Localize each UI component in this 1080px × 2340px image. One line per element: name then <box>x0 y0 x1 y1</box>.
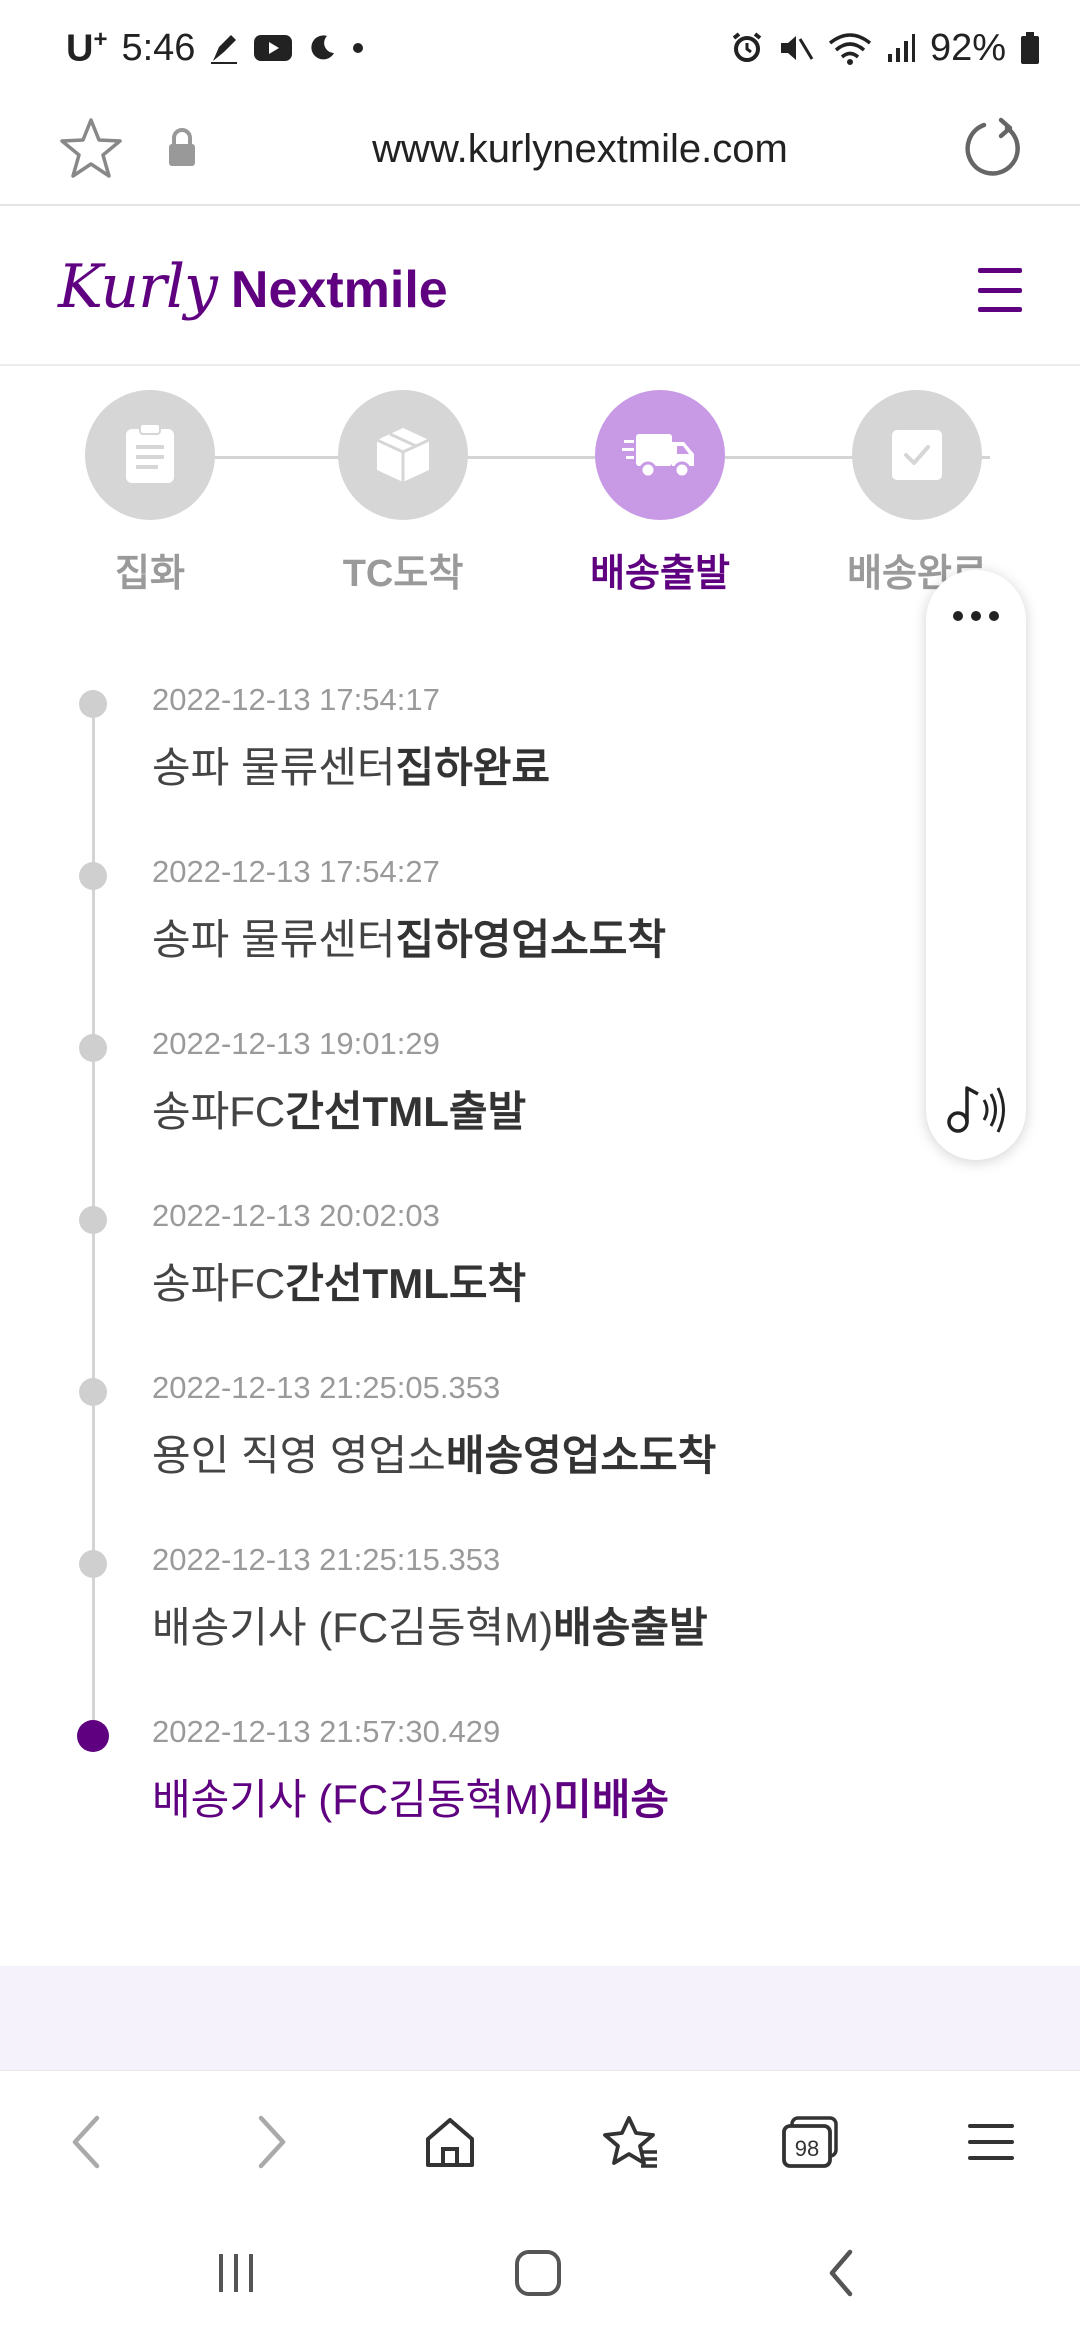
more-options-icon[interactable] <box>926 596 1026 636</box>
browser-toolbar: 98 <box>0 2070 1080 2210</box>
step-tc-arrival: TC도착 <box>303 390 503 597</box>
hamburger-menu-icon[interactable] <box>978 268 1022 312</box>
timeline-time: 2022-12-13 17:54:17 <box>152 682 440 717</box>
floating-side-panel <box>926 570 1026 1160</box>
forward-arrow-icon[interactable] <box>236 2107 306 2177</box>
youtube-icon <box>253 33 293 63</box>
timeline-description: 배송기사 (FC김동혁M)미배송 <box>152 1776 670 1823</box>
timeline-entry: 2022-12-13 21:25:05.353 용인 직영 영업소배송영업소도착 <box>0 1348 900 1498</box>
timeline-dot-current <box>77 1720 109 1752</box>
system-back-icon[interactable] <box>802 2238 882 2308</box>
pen-notification-icon <box>209 31 239 65</box>
timeline-description: 송파FC간선TML도착 <box>152 1260 527 1307</box>
timeline-dot <box>79 1550 107 1578</box>
timeline-dot <box>79 1378 107 1406</box>
timeline-description: 송파 물류센터집하영업소도착 <box>152 916 666 963</box>
timeline-time: 2022-12-13 21:25:05.353 <box>152 1370 501 1405</box>
truck-icon <box>595 390 725 520</box>
url-address[interactable]: www.kurlynextmile.com <box>220 120 940 178</box>
home-button-icon[interactable] <box>498 2238 578 2308</box>
timeline-entry-current: 2022-12-13 21:57:30.429 배송기사 (FC김동혁M)미배송 <box>0 1692 900 1842</box>
alarm-icon <box>730 31 764 65</box>
wifi-icon <box>828 31 872 65</box>
lock-icon[interactable] <box>166 126 198 170</box>
checkbox-icon <box>852 390 982 520</box>
timeline-dot <box>79 690 107 718</box>
timeline-time: 2022-12-13 20:02:03 <box>152 1198 440 1233</box>
home-icon[interactable] <box>415 2107 485 2177</box>
back-arrow-icon[interactable] <box>52 2107 122 2177</box>
status-bar: U+ 5:46 92% <box>0 0 1080 96</box>
timeline-time: 2022-12-13 21:57:30.429 <box>152 1714 501 1749</box>
battery-icon <box>1020 31 1040 65</box>
kurly-nextmile-logo[interactable]: Kurly Nextmile <box>58 252 448 332</box>
timeline-description: 용인 직영 영업소배송영업소도착 <box>152 1432 717 1479</box>
timeline-description: 배송기사 (FC김동혁M)배송출발 <box>152 1604 708 1651</box>
timeline-dot <box>79 862 107 890</box>
bookmarks-icon[interactable] <box>596 2107 666 2177</box>
carrier-label: U+ <box>66 25 108 70</box>
dot-icon <box>351 41 365 55</box>
browser-menu-icon[interactable] <box>956 2107 1026 2177</box>
delivery-progress-stepper: 집화 TC도착 배송출발 배송완료 <box>0 390 1080 610</box>
timeline-entry: 2022-12-13 17:54:17 송파 물류센터집하완료 <box>0 660 900 810</box>
timeline-dot <box>79 1034 107 1062</box>
recent-apps-icon[interactable] <box>196 2238 276 2308</box>
bookmark-star-icon[interactable] <box>58 114 124 184</box>
step-out-for-delivery: 배송출발 <box>560 390 760 597</box>
timeline-description: 송파FC간선TML출발 <box>152 1088 527 1135</box>
timeline-description: 송파 물류센터집하완료 <box>152 744 551 791</box>
signal-icon <box>886 32 916 64</box>
browser-url-bar: www.kurlynextmile.com <box>0 96 1080 206</box>
system-navigation-bar <box>0 2210 1080 2340</box>
moon-icon <box>307 33 337 63</box>
sound-read-aloud-icon[interactable] <box>944 1078 1008 1138</box>
mute-icon <box>778 31 814 65</box>
page-footer <box>0 1966 1080 2070</box>
tabs-icon[interactable]: 98 <box>776 2107 846 2177</box>
clock: 5:46 <box>121 26 196 69</box>
timeline-entry: 2022-12-13 21:25:15.353 배송기사 (FC김동혁M)배송출… <box>0 1520 900 1670</box>
clipboard-icon <box>85 390 215 520</box>
timeline-time: 2022-12-13 17:54:27 <box>152 854 440 889</box>
timeline-entry: 2022-12-13 19:01:29 송파FC간선TML출발 <box>0 1004 900 1154</box>
timeline-time: 2022-12-13 19:01:29 <box>152 1026 440 1061</box>
battery-percent: 92% <box>929 26 1006 69</box>
step-delivered: 배송완료 <box>817 390 1017 597</box>
reload-icon[interactable] <box>958 114 1028 184</box>
timeline-entry: 2022-12-13 17:54:27 송파 물류센터집하영업소도착 <box>0 832 900 982</box>
box-icon <box>338 390 468 520</box>
timeline-entry: 2022-12-13 20:02:03 송파FC간선TML도착 <box>0 1176 900 1326</box>
svg-text:98: 98 <box>795 2136 819 2161</box>
site-header: Kurly Nextmile <box>0 208 1080 366</box>
timeline-time: 2022-12-13 21:25:15.353 <box>152 1542 501 1577</box>
step-pickup: 집화 <box>50 390 250 597</box>
timeline-dot <box>79 1206 107 1234</box>
